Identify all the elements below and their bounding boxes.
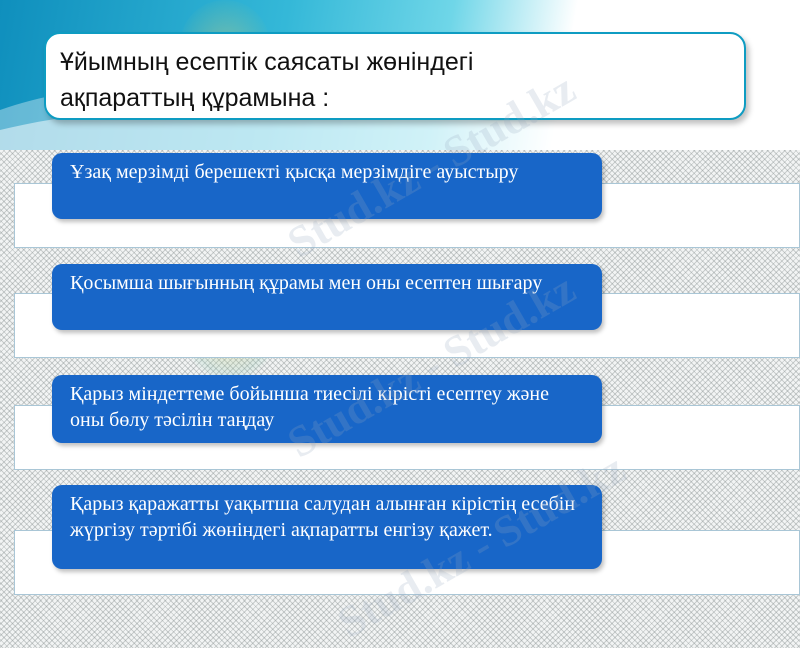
slide-title-line-2: ақпараттың құрамына : xyxy=(60,84,330,112)
list-item-text: Ұзақ мерзімді берешекті қысқа мерзімдіге… xyxy=(70,161,519,183)
slide-title-box: Ұйымның есептік саясаты жөніндегі ақпара… xyxy=(44,32,746,120)
list-item: Қосымша шығынның құрамы мен оны есептен … xyxy=(52,264,602,330)
list-item: Қарыз қаражатты уақытша салудан алынған … xyxy=(52,485,602,569)
list-item-text: Қосымша шығынның құрамы мен оны есептен … xyxy=(70,272,543,294)
list-item-text: Қарыз қаражатты уақытша салудан алынған … xyxy=(70,493,576,541)
slide-title: Ұйымның есептік саясаты жөніндегі ақпара… xyxy=(60,44,730,116)
list-item: Қарыз міндеттеме бойынша тиесілі кірісті… xyxy=(52,375,602,443)
slide-title-line-1: Ұйымның есептік саясаты жөніндегі xyxy=(60,48,474,76)
list-item-text: Қарыз міндеттеме бойынша тиесілі кірісті… xyxy=(70,383,549,431)
list-item: Ұзақ мерзімді берешекті қысқа мерзімдіге… xyxy=(52,153,602,219)
